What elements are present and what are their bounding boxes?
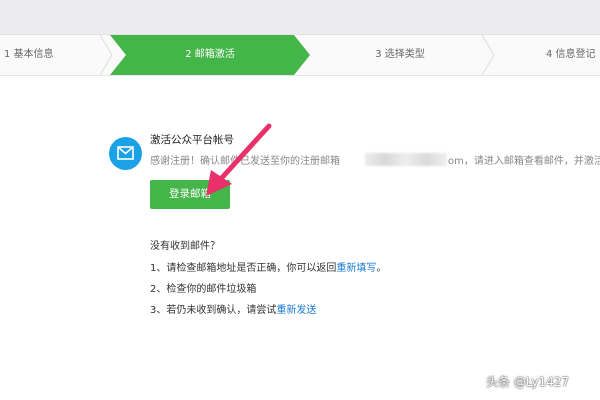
step-choose-type: 3 选择类型: [375, 49, 425, 60]
help-item-text: 1、请检查邮箱地址是否正确，你可以返回: [150, 263, 337, 274]
resend-link[interactable]: 重新发送: [276, 305, 316, 316]
step-divider-chevron: [99, 35, 113, 75]
step-email-activation-active: 2 邮箱激活: [110, 35, 310, 75]
activation-description-suffix: om，请进入邮箱查看邮件，并激活: [448, 156, 600, 167]
help-item-text: 3、若仍未收到确认，请尝试: [150, 305, 277, 316]
step-info-registration: 4 信息登记: [546, 49, 596, 60]
no-email-heading: 没有收到邮件？: [150, 241, 220, 252]
help-item-check-address: 1、请检查邮箱地址是否正确，你可以返回重新填写。: [150, 259, 386, 274]
registration-step-bar: 1 基本信息 2 邮箱激活 3 选择类型 4 信息登记: [0, 35, 600, 76]
blurred-email-address: [365, 153, 447, 166]
help-item-text-end: 。: [376, 263, 387, 274]
annotation-arrow-icon: [206, 123, 272, 196]
watermark: 头条 @Ly1427: [486, 375, 570, 389]
help-item-resend: 3、若仍未收到确认，请尝试重新发送: [150, 301, 316, 316]
refill-link[interactable]: 重新填写: [336, 263, 376, 274]
step-basic-info: 1 基本信息: [4, 49, 54, 60]
browser-top-bar: [0, 0, 600, 35]
help-item-check-spam: 2、检查你的邮件垃圾箱: [150, 284, 257, 295]
mail-icon: [109, 137, 142, 170]
